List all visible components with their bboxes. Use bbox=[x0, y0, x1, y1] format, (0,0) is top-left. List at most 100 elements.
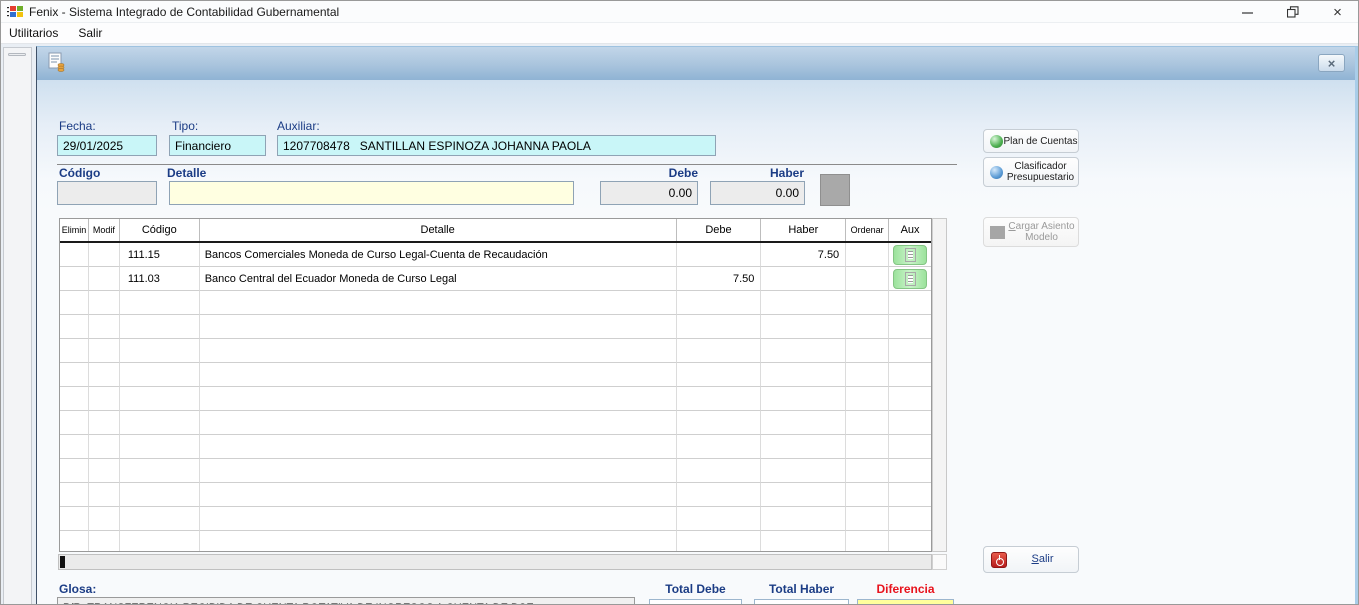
cell-aux bbox=[889, 267, 931, 291]
cell-debe bbox=[677, 435, 762, 459]
cell-debe bbox=[677, 531, 762, 552]
cell-haber bbox=[761, 411, 846, 435]
cell-detalle bbox=[200, 435, 677, 459]
cell-modif bbox=[89, 243, 120, 267]
cell-haber: 7.50 bbox=[761, 243, 846, 267]
table-row[interactable] bbox=[60, 387, 931, 411]
scroll-position-marker[interactable] bbox=[60, 556, 65, 568]
window-title: Fenix - Sistema Integrado de Contabilida… bbox=[29, 5, 339, 19]
table-header: Elimin Modif Código Detalle Debe Haber O… bbox=[60, 219, 931, 243]
cell-codigo bbox=[120, 363, 200, 387]
cell-detalle bbox=[200, 483, 677, 507]
cell-debe bbox=[677, 243, 762, 267]
cell-modif bbox=[89, 339, 120, 363]
codigo-input[interactable] bbox=[57, 181, 157, 205]
table-row[interactable]: 111.15Bancos Comerciales Moneda de Curso… bbox=[60, 243, 931, 267]
debe-input[interactable]: 0.00 bbox=[600, 181, 698, 205]
cell-ordenar bbox=[846, 411, 889, 435]
dock-grip-handle[interactable] bbox=[8, 53, 26, 56]
cell-debe bbox=[677, 411, 762, 435]
table-row[interactable] bbox=[60, 411, 931, 435]
cell-ordenar bbox=[846, 243, 889, 267]
cell-codigo: 111.03 bbox=[120, 267, 200, 291]
table-row[interactable] bbox=[60, 483, 931, 507]
total-haber-field: 7.50 bbox=[754, 599, 849, 605]
child-title-bar: × bbox=[37, 47, 1355, 80]
cell-haber bbox=[761, 507, 846, 531]
cell-debe bbox=[677, 387, 762, 411]
detalle-input[interactable] bbox=[169, 181, 574, 205]
clasificador-presupuestario-button[interactable]: ClasificadorPresupuestario bbox=[983, 157, 1079, 187]
glosa-input[interactable]: P/R. TRANSFERENCIA RECIBIDA DE CUENTA RO… bbox=[57, 597, 635, 605]
haber-label: Haber bbox=[704, 166, 804, 180]
cell-aux bbox=[889, 531, 931, 552]
cell-codigo bbox=[120, 339, 200, 363]
cell-elimin bbox=[60, 387, 89, 411]
column-header-aux: Aux bbox=[889, 219, 931, 241]
plan-de-cuentas-button[interactable]: Plan de Cuentas bbox=[983, 129, 1079, 153]
table-row[interactable] bbox=[60, 435, 931, 459]
fecha-input[interactable]: 29/01/2025 bbox=[57, 135, 157, 156]
aux-button[interactable] bbox=[893, 269, 927, 289]
table-vertical-scrollbar[interactable] bbox=[932, 218, 947, 552]
table-row[interactable] bbox=[60, 315, 931, 339]
fecha-label: Fecha: bbox=[59, 119, 96, 133]
menu-utilitarios[interactable]: Utilitarios bbox=[1, 24, 68, 42]
table-horizontal-scrollbar[interactable] bbox=[58, 554, 932, 570]
gray-square-icon bbox=[990, 226, 1005, 239]
cell-aux bbox=[889, 243, 931, 267]
cell-modif bbox=[89, 459, 120, 483]
table-row[interactable] bbox=[60, 363, 931, 387]
table-row[interactable] bbox=[60, 291, 931, 315]
menu-salir[interactable]: Salir bbox=[68, 24, 112, 42]
cell-detalle: Bancos Comerciales Moneda de Curso Legal… bbox=[200, 243, 677, 267]
cell-haber bbox=[761, 267, 846, 291]
table-row[interactable] bbox=[60, 459, 931, 483]
aux-button[interactable] bbox=[893, 245, 927, 265]
child-close-icon[interactable]: × bbox=[1318, 54, 1345, 72]
cell-elimin bbox=[60, 483, 89, 507]
cell-modif bbox=[89, 315, 120, 339]
auxiliar-input[interactable]: 1207708478 SANTILLAN ESPINOZA JOHANNA PA… bbox=[277, 135, 716, 156]
separator-line bbox=[57, 164, 957, 165]
left-dock-panel[interactable] bbox=[3, 47, 32, 605]
detalle-label: Detalle bbox=[167, 166, 206, 180]
tipo-input[interactable]: Financiero bbox=[169, 135, 266, 156]
table-row[interactable] bbox=[60, 507, 931, 531]
cell-elimin bbox=[60, 507, 89, 531]
cell-ordenar bbox=[846, 291, 889, 315]
haber-input[interactable]: 0.00 bbox=[710, 181, 805, 205]
cell-aux bbox=[889, 315, 931, 339]
cell-codigo bbox=[120, 435, 200, 459]
cell-aux bbox=[889, 483, 931, 507]
close-button[interactable]: × bbox=[1315, 1, 1359, 23]
diferencia-label: Diferencia bbox=[857, 582, 954, 596]
cell-debe: 7.50 bbox=[677, 267, 762, 291]
cell-debe bbox=[677, 291, 762, 315]
cargar-asiento-modelo-button[interactable]: Cargar AsientoModelo bbox=[983, 217, 1079, 247]
table-row[interactable] bbox=[60, 531, 931, 552]
square-button[interactable] bbox=[820, 174, 850, 206]
cell-detalle bbox=[200, 291, 677, 315]
table-row[interactable] bbox=[60, 339, 931, 363]
cell-aux bbox=[889, 339, 931, 363]
cell-elimin bbox=[60, 531, 89, 552]
power-icon bbox=[991, 552, 1007, 568]
cell-codigo bbox=[120, 387, 200, 411]
cell-modif bbox=[89, 363, 120, 387]
cell-ordenar bbox=[846, 387, 889, 411]
auxiliar-label: Auxiliar: bbox=[277, 119, 320, 133]
cell-haber bbox=[761, 339, 846, 363]
document-icon bbox=[905, 272, 916, 286]
restore-button[interactable] bbox=[1270, 1, 1315, 23]
table-row[interactable]: 111.03Banco Central del Ecuador Moneda d… bbox=[60, 267, 931, 291]
salir-button[interactable]: Salir bbox=[983, 546, 1079, 573]
tipo-label: Tipo: bbox=[172, 119, 198, 133]
cell-codigo bbox=[120, 483, 200, 507]
cell-aux bbox=[889, 507, 931, 531]
minimize-button[interactable] bbox=[1225, 1, 1270, 23]
cell-detalle bbox=[200, 459, 677, 483]
cell-codigo bbox=[120, 291, 200, 315]
document-icon bbox=[905, 248, 916, 262]
cell-aux bbox=[889, 435, 931, 459]
